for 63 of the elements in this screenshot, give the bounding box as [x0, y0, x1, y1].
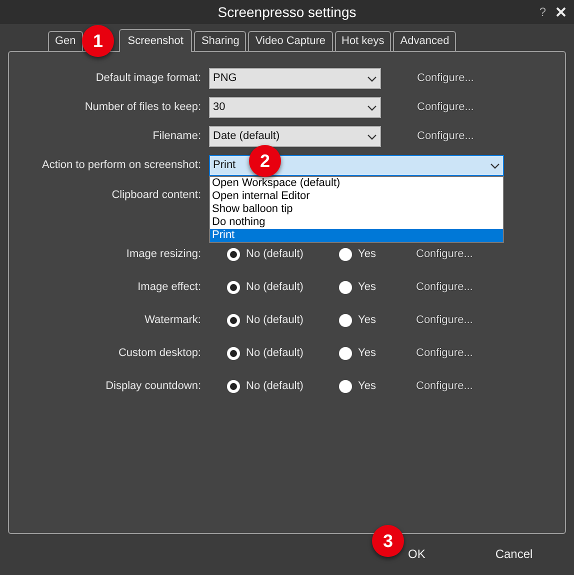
- dialog-button[interactable]: Cancel: [495, 545, 533, 563]
- dropdown-option[interactable]: Do nothing: [210, 216, 503, 229]
- radio-button[interactable]: [339, 248, 352, 261]
- configure-link[interactable]: Configure...: [417, 101, 474, 114]
- field-label: Image resizing:: [125, 247, 202, 262]
- radio-button[interactable]: [339, 281, 352, 294]
- dropdown[interactable]: PNG: [209, 68, 381, 89]
- dialog-button[interactable]: OK: [408, 545, 426, 563]
- configure-link[interactable]: Configure...: [417, 130, 474, 142]
- radio-button[interactable]: [227, 347, 240, 360]
- window-title: Screenpresso settings: [218, 2, 356, 22]
- radio-option[interactable]: No (default): [227, 378, 339, 395]
- field-label: Number of files to keep:: [84, 100, 202, 116]
- radio-option[interactable]: No (default): [227, 345, 339, 362]
- radio-button[interactable]: [227, 314, 240, 327]
- configure-link[interactable]: Configure...: [416, 345, 473, 362]
- dropdown-option[interactable]: Show balloon tip: [210, 203, 503, 216]
- field-label: Display countdown:: [104, 379, 202, 394]
- radio-button[interactable]: [227, 281, 240, 294]
- tab[interactable]: Advanced: [393, 31, 456, 51]
- dropdown-option[interactable]: Open Workspace (default): [210, 177, 503, 190]
- field-label: Action to perform on screenshot:: [41, 158, 202, 174]
- radio-option[interactable]: Yes: [339, 246, 416, 263]
- tab[interactable]: Video Capture: [248, 31, 332, 51]
- radio-button[interactable]: [339, 347, 352, 360]
- radio-option[interactable]: No (default): [227, 312, 339, 329]
- field-label: Custom desktop:: [117, 346, 202, 362]
- tab[interactable]: Screenshot: [118, 29, 192, 52]
- annotation-badge: 1: [82, 25, 114, 57]
- radio-option[interactable]: Yes: [339, 345, 416, 362]
- configure-link[interactable]: Configure...: [416, 378, 473, 395]
- configure-link[interactable]: Configure...: [416, 246, 473, 263]
- configure-link[interactable]: Configure...: [416, 279, 473, 296]
- dropdown[interactable]: 30: [209, 97, 381, 118]
- radio-option[interactable]: No (default): [227, 279, 339, 296]
- tab[interactable]: Hot keys: [334, 31, 392, 51]
- dropdown[interactable]: Date (default): [209, 126, 381, 147]
- field-label: Clipboard content:: [110, 188, 202, 203]
- field-label: Image effect:: [136, 280, 202, 296]
- radio-option[interactable]: No (default): [227, 246, 339, 263]
- field-label: Default image format:: [94, 71, 202, 86]
- chevron-down-icon: [490, 162, 500, 168]
- radio-button[interactable]: [339, 380, 352, 393]
- radio-option[interactable]: Yes: [339, 312, 416, 329]
- radio-button[interactable]: [227, 248, 240, 261]
- annotation-badge: 3: [372, 525, 404, 557]
- radio-button[interactable]: [227, 380, 240, 393]
- help-button[interactable]: ?: [539, 3, 546, 21]
- tab[interactable]: Sharing: [194, 31, 246, 51]
- radio-option[interactable]: Yes: [339, 279, 416, 296]
- field-label: Watermark:: [144, 313, 202, 328]
- radio-button[interactable]: [339, 314, 352, 327]
- dropdown-option[interactable]: Open internal Editor: [210, 190, 503, 203]
- chevron-down-icon: [367, 76, 377, 82]
- close-icon[interactable]: [556, 7, 566, 17]
- dropdown-option[interactable]: Print: [210, 229, 503, 242]
- field-label: Filename:: [152, 129, 202, 144]
- configure-link[interactable]: Configure...: [417, 72, 474, 84]
- radio-option[interactable]: Yes: [339, 378, 416, 395]
- tab[interactable]: Gen: [48, 31, 83, 51]
- configure-link[interactable]: Configure...: [416, 312, 473, 329]
- chevron-down-icon: [367, 134, 377, 140]
- chevron-down-icon: [367, 104, 377, 110]
